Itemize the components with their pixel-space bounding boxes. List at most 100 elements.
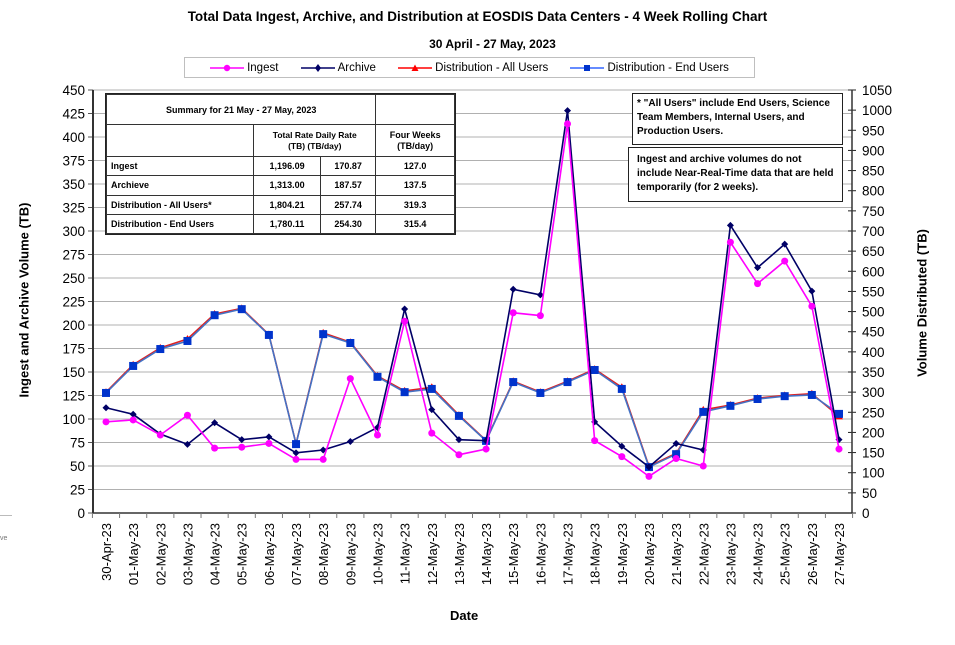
y-tick-label-right: 250: [862, 405, 885, 420]
point-ingest: [482, 445, 490, 453]
x-tick-label: 25-May-23: [778, 523, 793, 585]
summary-row-four: 137.5: [375, 175, 455, 196]
y-tick-label-right: 950: [862, 123, 885, 138]
y-tick-label-right: 750: [862, 204, 885, 219]
summary-row-total: 1,780.11: [253, 213, 321, 235]
y-tick-label-left: 450: [62, 83, 85, 98]
summary-row-total: 1,313.00: [253, 175, 321, 196]
summary-row-label: Distribution - End Users: [105, 213, 255, 235]
x-tick-label: 05-May-23: [235, 523, 250, 585]
point-ingest: [754, 280, 762, 288]
point-dist-end: [373, 372, 382, 381]
point-ingest: [455, 451, 463, 459]
summary-header-four-line1: Four Weeks: [389, 129, 441, 140]
point-archive: [265, 433, 273, 441]
point-dist-end: [346, 338, 355, 347]
y-tick-label-left: 175: [62, 342, 85, 357]
y-tick-label-right: 550: [862, 284, 885, 299]
y-tick-label-right: 700: [862, 224, 885, 239]
summary-row-total: 1,196.09: [253, 155, 321, 177]
y-tick-label-left: 225: [62, 295, 85, 310]
x-tick-label: 24-May-23: [751, 523, 766, 585]
x-tick-label: 09-May-23: [343, 523, 358, 585]
point-ingest: [265, 439, 273, 447]
point-ingest: [645, 472, 653, 480]
point-ingest: [536, 312, 544, 320]
summary-blank: [375, 94, 455, 125]
point-archive: [808, 287, 816, 295]
y-tick-label-left: 250: [62, 271, 85, 286]
y-tick-label-left: 125: [62, 389, 85, 404]
y-tick-label-left: 400: [62, 130, 85, 145]
y-tick-label-right: 350: [862, 365, 885, 380]
point-dist-end: [102, 388, 110, 397]
summary-row-four: 319.3: [375, 194, 455, 215]
x-tick-label: 13-May-23: [452, 523, 467, 585]
point-dist-end: [237, 305, 246, 314]
point-ingest: [292, 455, 300, 463]
y-tick-label-right: 500: [862, 305, 885, 320]
point-archive: [292, 449, 300, 457]
point-dist-end: [780, 392, 789, 401]
point-dist-end: [509, 378, 518, 387]
summary-row-label: Distribution - All Users*: [105, 194, 255, 215]
y-tick-label-right: 300: [862, 385, 885, 400]
y-tick-label-right: 800: [862, 184, 885, 199]
x-tick-label: 26-May-23: [805, 523, 820, 585]
summary-row-four: 127.0: [375, 155, 455, 177]
point-archive: [509, 285, 517, 293]
point-archive: [102, 404, 110, 412]
summary-row-daily: 254.30: [319, 213, 377, 235]
y-tick-label-left: 0: [77, 506, 85, 521]
y-tick-label-left: 325: [62, 201, 85, 216]
point-ingest: [699, 462, 707, 470]
y-tick-label-right: 100: [862, 466, 885, 481]
summary-row: Distribution - End Users 1,780.11 254.30…: [105, 213, 455, 235]
y-tick-label-left: 25: [70, 483, 85, 498]
point-ingest: [808, 302, 816, 310]
point-ingest: [672, 454, 680, 462]
y-tick-label-right: 900: [862, 143, 885, 158]
point-ingest: [156, 431, 164, 439]
summary-header-total-line1: Total Rate Daily Rate: [272, 129, 357, 140]
point-ingest: [373, 431, 381, 439]
y-tick-label-left: 425: [62, 107, 85, 122]
summary-title: Summary for 21 May - 27 May, 2023: [105, 94, 377, 125]
y-tick-label-left: 150: [62, 365, 85, 380]
x-tick-label: 06-May-23: [262, 523, 277, 585]
summary-row: Archieve 1,313.00 187.57 137.5: [105, 175, 455, 196]
point-dist-end: [319, 330, 328, 339]
y-tick-label-left: 200: [62, 318, 85, 333]
point-dist-end: [753, 394, 762, 403]
point-ingest: [835, 445, 843, 453]
summary-header-four-line2: (TB/day): [397, 140, 434, 151]
point-ingest: [238, 443, 246, 451]
summary-row-daily: 257.74: [319, 194, 377, 215]
y-tick-label-right: 1050: [862, 83, 892, 98]
x-tick-label: 01-May-23: [126, 523, 141, 585]
x-tick-label: 11-May-23: [398, 523, 413, 584]
point-ingest: [618, 453, 626, 461]
point-dist-end: [617, 384, 626, 393]
x-tick-label: 12-May-23: [425, 523, 440, 585]
point-ingest: [564, 120, 572, 128]
summary-row: Distribution - All Users* 1,804.21 257.7…: [105, 194, 455, 215]
point-dist-end: [400, 388, 409, 397]
summary-row-four: 315.4: [375, 213, 455, 235]
summary-table: Summary for 21 May - 27 May, 2023 Total …: [105, 93, 456, 235]
y-tick-label-left: 75: [70, 436, 85, 451]
point-dist-end: [183, 336, 192, 345]
x-tick-label: 20-May-23: [642, 523, 657, 585]
point-archive: [401, 305, 409, 313]
summary-header-four: Four Weeks (TB/day): [375, 124, 455, 157]
x-tick-label: 21-May-23: [669, 523, 684, 585]
y-axis-label-right: Volume Distributed (TB): [914, 229, 930, 377]
x-tick-label: 18-May-23: [588, 523, 603, 585]
summary-row-label: Ingest: [105, 155, 255, 177]
y-tick-label-right: 1000: [862, 103, 892, 118]
point-ingest: [211, 444, 219, 452]
point-ingest: [183, 411, 191, 419]
point-dist-end: [264, 330, 273, 339]
y-tick-label-right: 0: [862, 506, 870, 521]
point-dist-end: [454, 411, 463, 420]
